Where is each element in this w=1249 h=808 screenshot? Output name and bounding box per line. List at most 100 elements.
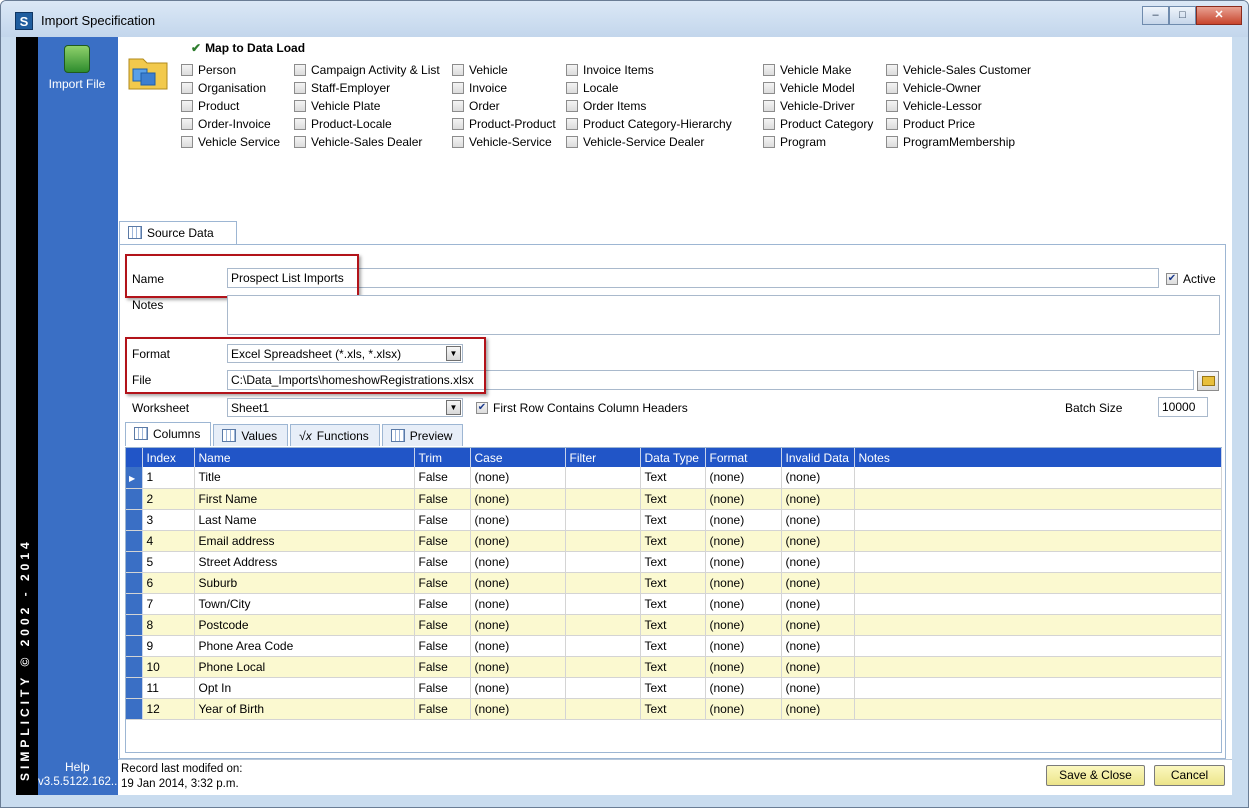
cell-filter[interactable]	[565, 467, 641, 489]
cell-index[interactable]: 5	[142, 551, 195, 573]
cell-index[interactable]: 8	[142, 614, 195, 636]
tab-columns[interactable]: Columns	[125, 422, 212, 446]
data-load-checkbox[interactable]: Vehicle Plate	[294, 99, 380, 113]
cell-index[interactable]: 2	[142, 488, 195, 510]
table-row[interactable]: 7 Town/City False (none) Text (none) (none)	[126, 593, 1222, 615]
active-checkbox[interactable]: ✔ Active	[1166, 272, 1216, 286]
row-selector[interactable]	[126, 635, 143, 657]
tab-source-data[interactable]: Source Data	[119, 221, 237, 245]
cell-format[interactable]: (none)	[705, 635, 782, 657]
data-load-checkbox[interactable]: Vehicle-Service Dealer	[566, 135, 704, 149]
data-load-checkbox[interactable]: Staff-Employer	[294, 81, 390, 95]
cell-index[interactable]: 10	[142, 656, 195, 678]
cell-data-type[interactable]: Text	[640, 677, 706, 699]
table-row[interactable]: 6 Suburb False (none) Text (none) (none)	[126, 572, 1222, 594]
cell-data-type[interactable]: Text	[640, 635, 706, 657]
cell-notes[interactable]	[854, 614, 1222, 636]
cell-filter[interactable]	[565, 593, 641, 615]
cell-index[interactable]: 9	[142, 635, 195, 657]
import-file-button[interactable]: Import File	[41, 45, 113, 91]
cell-index[interactable]: 1	[142, 467, 195, 489]
cell-invalid-data[interactable]: (none)	[781, 488, 855, 510]
close-icon[interactable]: ✕	[1196, 6, 1242, 25]
data-load-checkbox[interactable]: Order-Invoice	[181, 117, 271, 131]
col-header-case[interactable]: Case	[470, 448, 566, 467]
cell-notes[interactable]	[854, 593, 1222, 615]
cell-name[interactable]: Year of Birth	[194, 698, 415, 720]
cell-name[interactable]: Last Name	[194, 509, 415, 531]
cell-filter[interactable]	[565, 677, 641, 699]
cell-name[interactable]: Email address	[194, 530, 415, 552]
notes-field[interactable]	[227, 295, 1220, 335]
cell-notes[interactable]	[854, 572, 1222, 594]
data-load-checkbox[interactable]: Invoice	[452, 81, 507, 95]
cell-format[interactable]: (none)	[705, 551, 782, 573]
row-selector[interactable]	[126, 572, 143, 594]
cell-invalid-data[interactable]: (none)	[781, 530, 855, 552]
cell-notes[interactable]	[854, 467, 1222, 489]
cell-trim[interactable]: False	[414, 635, 471, 657]
col-header-notes[interactable]: Notes	[854, 448, 1222, 467]
data-load-checkbox[interactable]: Vehicle-Driver	[763, 99, 855, 113]
title-bar[interactable]: S Import Specification – □ ✕	[1, 1, 1248, 37]
cell-notes[interactable]	[854, 656, 1222, 678]
data-load-checkbox[interactable]: Product-Product	[452, 117, 556, 131]
data-load-checkbox[interactable]: Vehicle Make	[763, 63, 851, 77]
cell-data-type[interactable]: Text	[640, 551, 706, 573]
cell-invalid-data[interactable]: (none)	[781, 572, 855, 594]
cell-format[interactable]: (none)	[705, 509, 782, 531]
data-load-checkbox[interactable]: Product	[181, 99, 239, 113]
cell-index[interactable]: 4	[142, 530, 195, 552]
data-load-checkbox[interactable]: ProgramMembership	[886, 135, 1015, 149]
data-load-checkbox[interactable]: Vehicle-Lessor	[886, 99, 982, 113]
col-header-format[interactable]: Format	[705, 448, 782, 467]
cell-filter[interactable]	[565, 488, 641, 510]
data-load-checkbox[interactable]: Vehicle-Sales Customer	[886, 63, 1031, 77]
cell-trim[interactable]: False	[414, 488, 471, 510]
cell-index[interactable]: 6	[142, 572, 195, 594]
dropdown-arrow-icon[interactable]: ▼	[446, 400, 461, 415]
cell-invalid-data[interactable]: (none)	[781, 656, 855, 678]
data-load-checkbox[interactable]: Campaign Activity & List	[294, 63, 440, 77]
cell-data-type[interactable]: Text	[640, 488, 706, 510]
table-row[interactable]: 12 Year of Birth False (none) Text (none) (non…	[126, 698, 1222, 720]
cell-data-type[interactable]: Text	[640, 530, 706, 552]
help-link[interactable]: Help	[65, 760, 90, 774]
cell-filter[interactable]	[565, 572, 641, 594]
cell-filter[interactable]	[565, 656, 641, 678]
cell-index[interactable]: 7	[142, 593, 195, 615]
cell-invalid-data[interactable]: (none)	[781, 614, 855, 636]
cell-case[interactable]: (none)	[470, 635, 566, 657]
col-header-index[interactable]: Index	[142, 448, 195, 467]
cell-trim[interactable]: False	[414, 467, 471, 489]
cancel-button[interactable]: Cancel	[1154, 765, 1225, 786]
cell-invalid-data[interactable]: (none)	[781, 551, 855, 573]
col-header-filter[interactable]: Filter	[565, 448, 641, 467]
cell-name[interactable]: First Name	[194, 488, 415, 510]
cell-case[interactable]: (none)	[470, 698, 566, 720]
row-selector[interactable]	[126, 677, 143, 699]
cell-index[interactable]: 3	[142, 509, 195, 531]
cell-trim[interactable]: False	[414, 530, 471, 552]
cell-case[interactable]: (none)	[470, 656, 566, 678]
cell-invalid-data[interactable]: (none)	[781, 698, 855, 720]
cell-filter[interactable]	[565, 530, 641, 552]
cell-trim[interactable]: False	[414, 698, 471, 720]
cell-trim[interactable]: False	[414, 572, 471, 594]
cell-format[interactable]: (none)	[705, 593, 782, 615]
cell-trim[interactable]: False	[414, 677, 471, 699]
data-load-checkbox[interactable]: Order Items	[566, 99, 646, 113]
cell-format[interactable]: (none)	[705, 572, 782, 594]
cell-data-type[interactable]: Text	[640, 509, 706, 531]
cell-index[interactable]: 11	[142, 677, 195, 699]
cell-notes[interactable]	[854, 698, 1222, 720]
cell-data-type[interactable]: Text	[640, 614, 706, 636]
data-load-checkbox[interactable]: Invoice Items	[566, 63, 654, 77]
name-field[interactable]: Prospect List Imports	[227, 268, 1159, 288]
save-close-button[interactable]: Save & Close	[1046, 765, 1145, 786]
cell-case[interactable]: (none)	[470, 614, 566, 636]
cell-notes[interactable]	[854, 530, 1222, 552]
table-row[interactable]: 11 Opt In False (none) Text (none) (none)	[126, 677, 1222, 699]
col-header-name[interactable]: Name	[194, 448, 415, 467]
cell-filter[interactable]	[565, 635, 641, 657]
